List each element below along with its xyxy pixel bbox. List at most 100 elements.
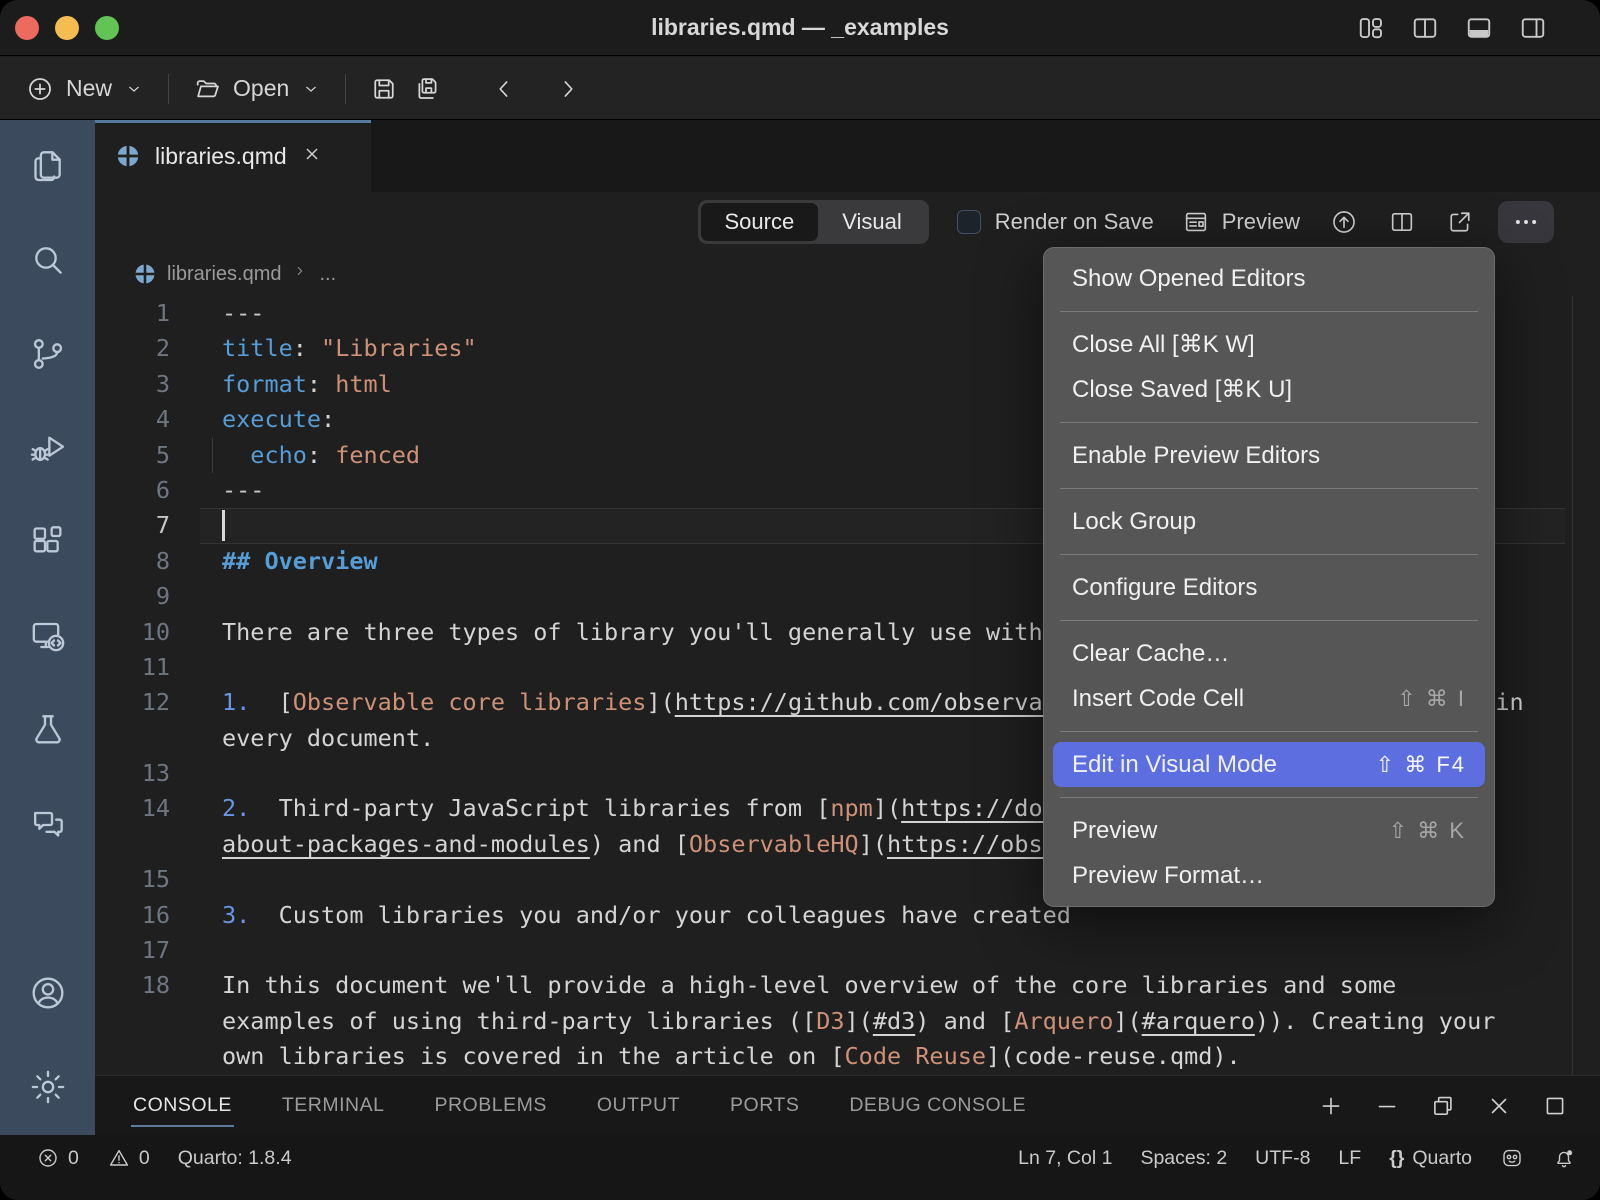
secondary-sidebar-icon[interactable]	[1518, 13, 1548, 43]
add-icon[interactable]	[1318, 1093, 1344, 1119]
save-icon[interactable]	[370, 75, 398, 103]
status-item-label: Quarto: 1.8.4	[178, 1147, 292, 1170]
explorer-icon	[28, 146, 68, 186]
line-number	[95, 1039, 170, 1074]
panel-tab-terminal[interactable]: TERMINAL	[282, 1088, 385, 1123]
menu-item-label: Insert Code Cell	[1072, 685, 1244, 713]
scrollbar-track[interactable]	[1572, 296, 1573, 1075]
status-item-0[interactable]: 0	[107, 1146, 150, 1170]
split-editor-icon[interactable]	[1388, 208, 1416, 236]
panel-icon[interactable]	[1464, 13, 1494, 43]
open-button[interactable]: Open	[193, 75, 321, 103]
status-item-0[interactable]: 0	[36, 1146, 79, 1170]
zoom-window-button[interactable]	[95, 16, 119, 40]
more-actions-button[interactable]	[1498, 201, 1554, 243]
menu-item-preview[interactable]: Preview⇧ ⌘ K	[1053, 808, 1485, 853]
menu-item-configure-editors[interactable]: Configure Editors	[1053, 565, 1485, 610]
activity-source-control[interactable]	[26, 332, 70, 376]
panel-tab-debug-console[interactable]: DEBUG CONSOLE	[849, 1088, 1026, 1123]
line-number: 14	[95, 791, 170, 826]
restore-icon[interactable]	[1430, 1093, 1456, 1119]
split-editor-icon[interactable]	[1410, 13, 1440, 43]
new-button[interactable]: New	[26, 75, 144, 103]
code-line: 18In this document we'll provide a high-…	[95, 968, 1600, 1003]
line-number: 8	[95, 544, 170, 579]
menu-item-show-opened-editors[interactable]: Show Opened Editors	[1053, 256, 1485, 301]
back-icon[interactable]	[491, 76, 517, 102]
menu-separator	[1060, 731, 1478, 732]
menu-item-close-all-k-w[interactable]: Close All [⌘K W]	[1053, 322, 1485, 367]
testing-icon	[28, 710, 68, 750]
menu-item-label: Configure Editors	[1072, 574, 1257, 602]
forward-icon[interactable]	[555, 76, 581, 102]
status-item-bell-dot[interactable]	[1552, 1146, 1576, 1170]
activity-remote-explorer[interactable]	[26, 614, 70, 658]
activity-settings[interactable]	[26, 1065, 70, 1109]
titlebar: libraries.qmd — _examples	[0, 0, 1600, 56]
save-all-icon[interactable]	[414, 75, 442, 103]
activity-extensions[interactable]	[26, 520, 70, 564]
app-window: libraries.qmd — _examples New Open	[0, 0, 1600, 1200]
line-number: 5	[95, 438, 170, 473]
menu-separator	[1060, 422, 1478, 423]
minimize-window-button[interactable]	[55, 16, 79, 40]
close-icon[interactable]	[1486, 1093, 1512, 1119]
minimize-icon[interactable]	[1374, 1093, 1400, 1119]
menu-item-preview-format[interactable]: Preview Format…	[1053, 853, 1485, 898]
error-icon	[36, 1146, 60, 1170]
visual-mode-button[interactable]: Visual	[818, 203, 926, 241]
indent-guide	[212, 438, 213, 473]
menu-item-clear-cache[interactable]: Clear Cache…	[1053, 631, 1485, 676]
code-text: execute:	[222, 402, 335, 437]
menu-item-insert-code-cell[interactable]: Insert Code Cell⇧ ⌘ I	[1053, 676, 1485, 721]
line-number: 13	[95, 756, 170, 791]
status-item-spaces-2[interactable]: Spaces: 2	[1140, 1147, 1227, 1170]
line-number: 15	[95, 862, 170, 897]
code-text: every document.	[222, 721, 434, 756]
menu-item-edit-in-visual-mode[interactable]: Edit in Visual Mode⇧ ⌘ F4	[1053, 742, 1485, 787]
panel-tab-ports[interactable]: PORTS	[730, 1088, 799, 1123]
status-item-quarto-1-8-4[interactable]: Quarto: 1.8.4	[178, 1147, 292, 1170]
close-window-button[interactable]	[15, 16, 39, 40]
text-cursor	[222, 510, 225, 541]
code-line: 17	[95, 933, 1600, 968]
render-on-save-checkbox[interactable]	[957, 210, 981, 234]
menu-item-enable-preview-editors[interactable]: Enable Preview Editors	[1053, 433, 1485, 478]
line-number: 7	[95, 508, 170, 543]
status-item-feedback[interactable]	[1500, 1146, 1524, 1170]
activity-account[interactable]	[26, 971, 70, 1015]
activity-run-debug[interactable]	[26, 426, 70, 470]
activity-testing[interactable]	[26, 708, 70, 752]
customize-layout-icon[interactable]	[1356, 13, 1386, 43]
close-tab-icon[interactable]	[301, 143, 323, 170]
status-item-label: 0	[68, 1147, 79, 1170]
menu-item-close-saved-k-u[interactable]: Close Saved [⌘K U]	[1053, 367, 1485, 412]
status-item-utf-8[interactable]: UTF-8	[1255, 1147, 1310, 1170]
panel-tab-console[interactable]: CONSOLE	[133, 1088, 232, 1123]
preview-icon	[1182, 208, 1210, 236]
code-text: title: "Libraries"	[222, 331, 477, 366]
maximize-icon[interactable]	[1542, 1093, 1568, 1119]
status-item-quarto[interactable]: {}Quarto	[1389, 1147, 1472, 1170]
open-in-new-window-icon[interactable]	[1446, 208, 1474, 236]
status-item-lf[interactable]: LF	[1338, 1147, 1361, 1170]
status-item-ln-7-col-1[interactable]: Ln 7, Col 1	[1018, 1147, 1112, 1170]
activity-comments[interactable]	[26, 802, 70, 846]
tab-libraries-qmd[interactable]: libraries.qmd	[95, 120, 371, 192]
breadcrumb-file[interactable]: libraries.qmd	[167, 263, 281, 286]
panel-tab-output[interactable]: OUTPUT	[597, 1088, 680, 1123]
bell-dot-icon	[1552, 1146, 1576, 1170]
menu-item-label: Enable Preview Editors	[1072, 442, 1320, 470]
menu-item-lock-group[interactable]: Lock Group	[1053, 499, 1485, 544]
menu-item-label: Close All [⌘K W]	[1072, 330, 1255, 359]
breadcrumb-more[interactable]: ...	[319, 263, 336, 286]
line-number	[95, 827, 170, 862]
source-mode-button[interactable]: Source	[701, 203, 819, 241]
activity-search[interactable]	[26, 238, 70, 282]
line-number: 1	[95, 296, 170, 331]
panel-tab-problems[interactable]: PROBLEMS	[434, 1088, 546, 1123]
activity-explorer[interactable]	[26, 144, 70, 188]
publish-icon[interactable]	[1330, 208, 1358, 236]
chevron-right-icon	[291, 262, 309, 286]
preview-button[interactable]: Preview	[1182, 208, 1300, 236]
